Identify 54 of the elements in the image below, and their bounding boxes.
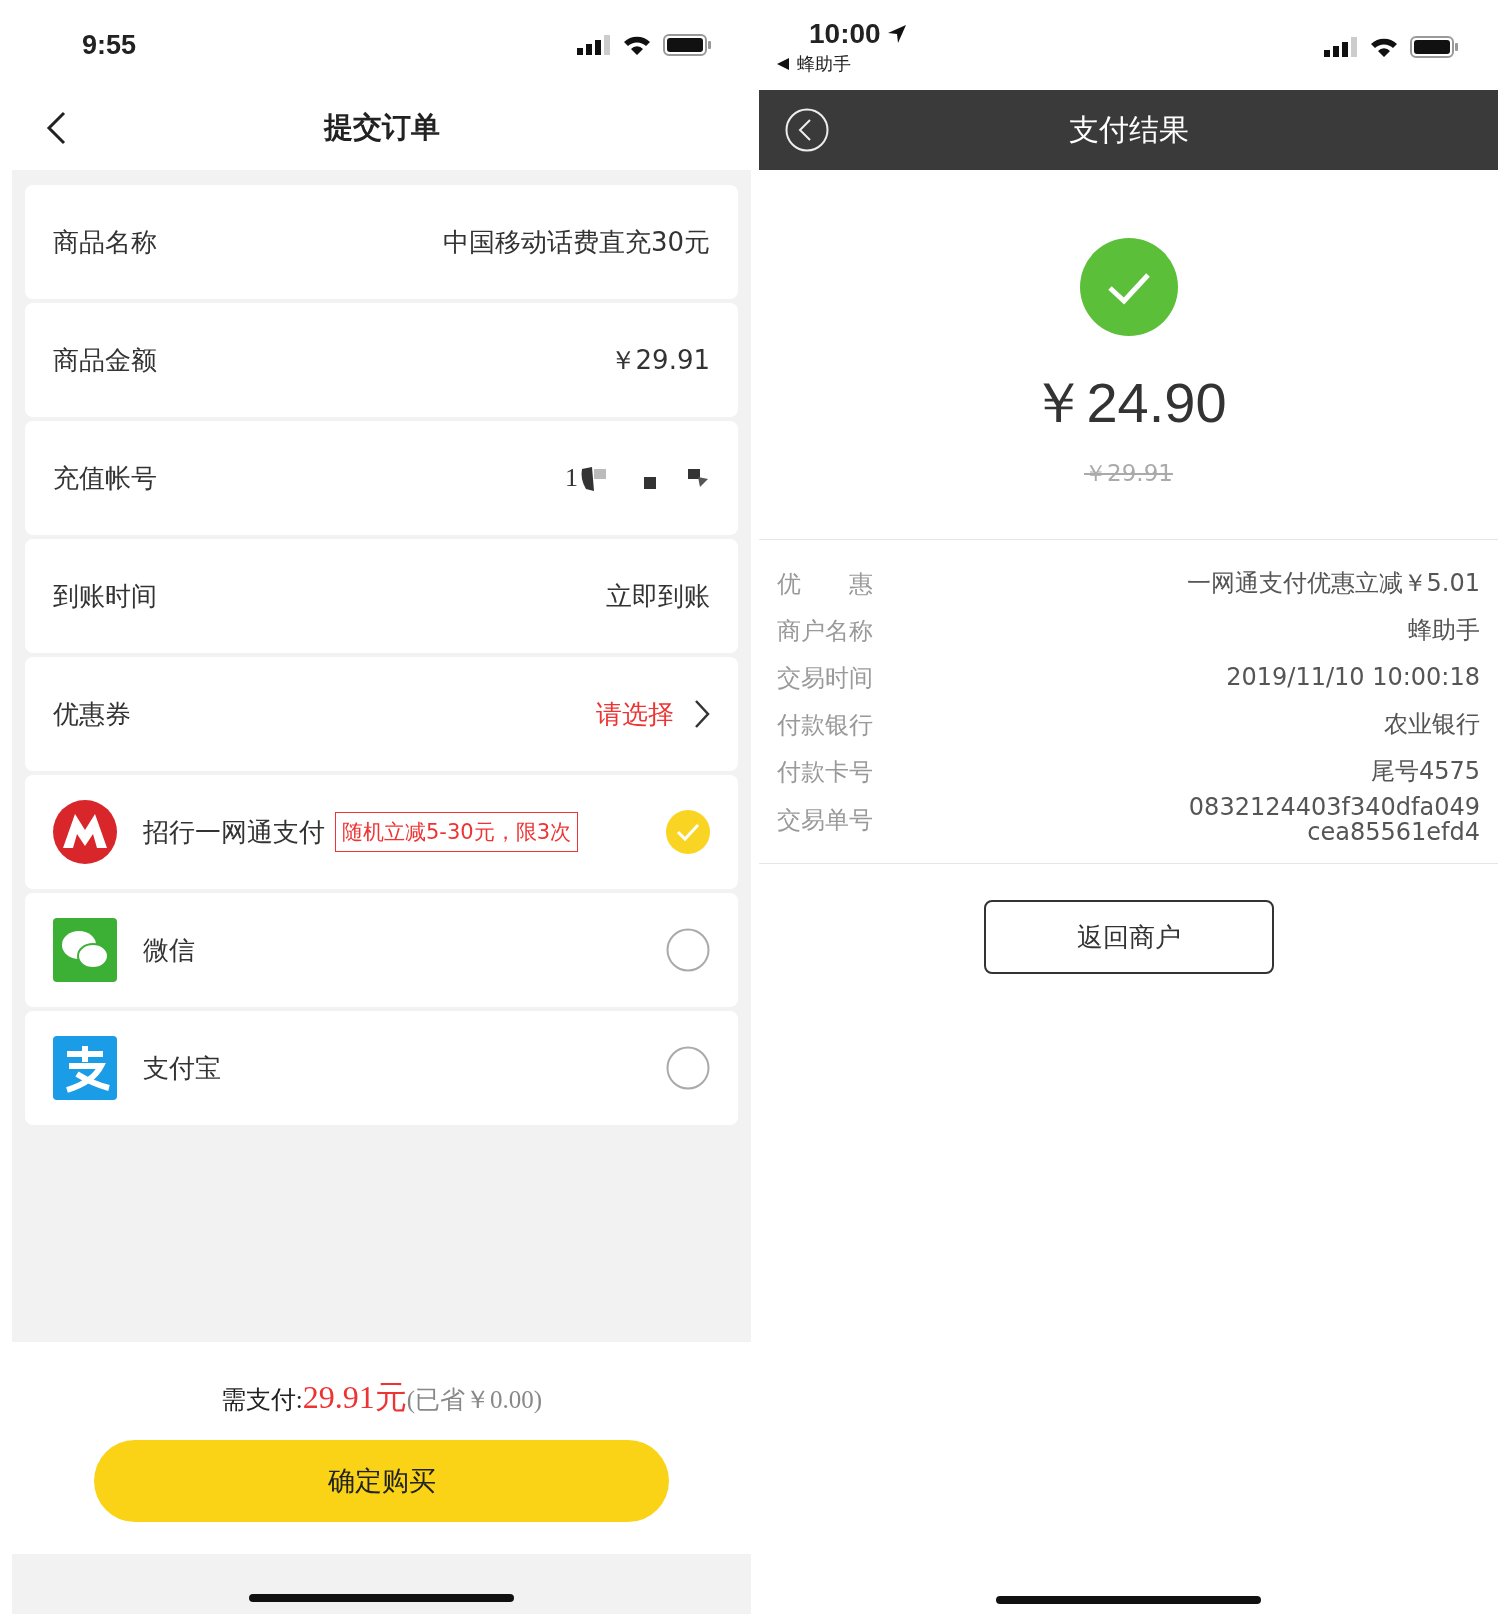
total-text: 需支付:29.91元(已省￥0.00)	[220, 1378, 543, 1417]
battery-icon	[663, 34, 711, 56]
radio-button[interactable]	[666, 1046, 710, 1090]
chat-bubbles-icon	[53, 918, 117, 982]
detail-value: 尾号4575	[1370, 758, 1480, 785]
selected-check-icon[interactable]	[666, 810, 710, 854]
coupon-select-link[interactable]: 请选择	[596, 696, 674, 732]
detail-value: 一网通支付优惠立减￥5.01	[1186, 570, 1480, 597]
row-value: 中国移动话费直充30元	[442, 225, 710, 259]
row-label: 商品名称	[53, 225, 157, 259]
detail-value: 0832124403f340dfa049 cea85561efd4	[1188, 795, 1480, 846]
row-value: 1	[565, 463, 578, 493]
detail-label: 付款卡号	[777, 756, 873, 788]
signal-icon	[577, 35, 611, 55]
row-label: 优惠券	[53, 697, 131, 731]
payment-name: 招行一网通支付	[143, 815, 325, 849]
detail-value: 蜂助手	[1408, 617, 1480, 644]
back-triangle-icon[interactable]	[777, 58, 789, 70]
success-check-icon	[1079, 238, 1178, 336]
row-value: 立即到账	[606, 579, 710, 613]
status-time: 10:00	[809, 18, 881, 50]
detail-label: 优 惠	[777, 568, 873, 600]
confirm-purchase-button[interactable]: 确定购买	[94, 1440, 669, 1522]
back-icon[interactable]	[46, 111, 66, 145]
page-title: 提交订单	[323, 109, 440, 146]
payment-name: 微信	[143, 933, 195, 967]
wifi-icon	[623, 35, 651, 55]
detail-label: 交易单号	[777, 805, 873, 837]
promo-tag: 随机立减5-30元，限3次	[335, 812, 579, 852]
row-label: 商品金额	[53, 343, 157, 377]
original-price: ￥29.91	[1084, 459, 1173, 488]
signal-icon	[1324, 37, 1358, 57]
row-label: 充值帐号	[53, 461, 157, 495]
detail-label: 商户名称	[777, 615, 873, 647]
page-title: 支付结果	[1068, 110, 1189, 149]
detail-value: 2019/11/10 10:00:18	[1226, 664, 1480, 691]
row-label: 到账时间	[53, 579, 157, 613]
detail-label: 交易时间	[777, 662, 873, 694]
location-arrow-icon	[886, 24, 907, 44]
chevron-right-icon	[694, 699, 710, 729]
wifi-icon	[1370, 37, 1398, 57]
payment-name: 支付宝	[143, 1051, 221, 1085]
back-to-app-link[interactable]: 蜂助手	[797, 52, 851, 76]
status-time: 9:55	[82, 29, 137, 61]
detail-value: 农业银行	[1384, 711, 1480, 738]
payment-option[interactable]: 招行一网通支付 随机立减5-30元，限3次	[25, 775, 738, 889]
return-to-merchant-button[interactable]: 返回商户	[983, 900, 1274, 975]
detail-label: 付款银行	[777, 709, 873, 741]
row-value: ￥29.91	[609, 343, 710, 377]
paid-amount: ￥24.90	[1030, 370, 1227, 436]
battery-icon	[1410, 36, 1458, 58]
payment-option[interactable]: 微信	[25, 893, 738, 1007]
radio-button[interactable]	[666, 928, 710, 972]
payment-option[interactable]: 支付宝	[25, 1011, 738, 1125]
